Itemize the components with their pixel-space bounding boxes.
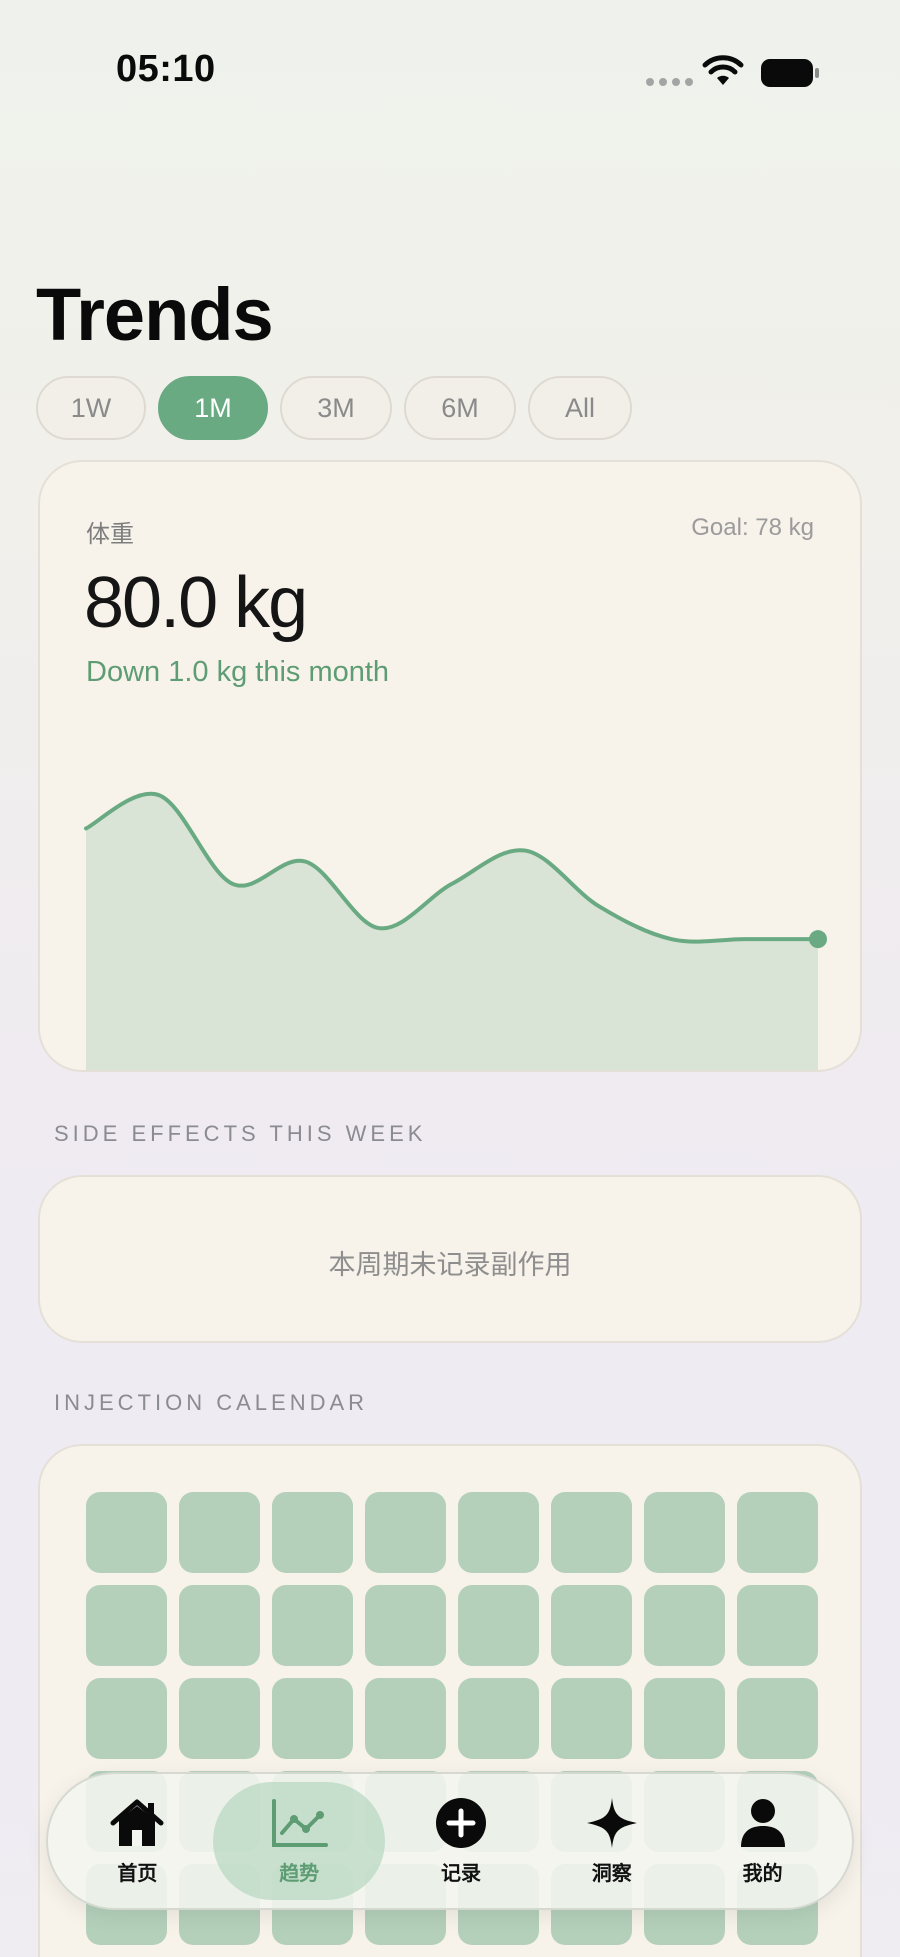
calendar-day-cell[interactable] xyxy=(86,1492,167,1573)
side-effects-section-label: SIDE EFFECTS THIS WEEK xyxy=(54,1121,427,1146)
period-chip-6m[interactable]: 6M xyxy=(404,376,516,440)
tab-log[interactable]: 记录 xyxy=(386,1782,536,1900)
period-chip-1w[interactable]: 1W xyxy=(36,376,146,440)
calendar-day-cell[interactable] xyxy=(458,1492,539,1573)
calendar-day-cell[interactable] xyxy=(86,1585,167,1666)
tab-profile-label: 我的 xyxy=(742,1862,783,1885)
tab-home-label: 首页 xyxy=(117,1862,158,1885)
weight-trend-chart xyxy=(84,791,827,1070)
page-title: Trends xyxy=(36,273,274,356)
tab-home[interactable]: 首页 xyxy=(62,1782,212,1900)
plus-circle-icon xyxy=(435,1797,486,1848)
person-icon xyxy=(740,1798,785,1847)
status-bar: 05:10 xyxy=(0,0,900,150)
calendar-day-cell[interactable] xyxy=(551,1678,632,1759)
tab-trends-label: 趋势 xyxy=(279,1862,320,1885)
trend-chart-icon xyxy=(272,1798,329,1847)
tab-insights-label: 洞察 xyxy=(591,1862,632,1885)
sparkle-icon xyxy=(586,1797,637,1848)
calendar-day-cell[interactable] xyxy=(179,1678,260,1759)
tab-bar: 首页 趋势 记录 洞察 我的 xyxy=(46,1772,854,1910)
calendar-day-cell[interactable] xyxy=(737,1585,818,1666)
calendar-day-cell[interactable] xyxy=(551,1492,632,1573)
calendar-day-cell[interactable] xyxy=(737,1492,818,1573)
calendar-day-cell[interactable] xyxy=(272,1678,353,1759)
calendar-day-cell[interactable] xyxy=(179,1492,260,1573)
battery-icon xyxy=(761,59,819,87)
status-time: 05:10 xyxy=(116,48,216,90)
tab-log-label: 记录 xyxy=(440,1862,481,1885)
tab-insights[interactable]: 洞察 xyxy=(537,1782,687,1900)
side-effects-card[interactable]: 本周期未记录副作用 xyxy=(38,1175,862,1343)
calendar-day-cell[interactable] xyxy=(644,1585,725,1666)
trends-screen: 05:10 Trends 1W 1M 3M 6M All 体重 Goal: 78… xyxy=(0,0,900,1957)
period-chip-3m[interactable]: 3M xyxy=(280,376,392,440)
calendar-day-cell[interactable] xyxy=(365,1678,446,1759)
period-chip-1m[interactable]: 1M xyxy=(158,376,268,440)
injection-calendar-section-label: INJECTION CALENDAR xyxy=(54,1390,369,1415)
calendar-day-cell[interactable] xyxy=(458,1678,539,1759)
weight-card[interactable]: 体重 Goal: 78 kg 80.0 kg Down 1.0 kg this … xyxy=(38,460,862,1072)
latest-weight-point xyxy=(809,930,827,949)
calendar-day-cell[interactable] xyxy=(86,1678,167,1759)
calendar-day-cell[interactable] xyxy=(644,1492,725,1573)
tab-profile[interactable]: 我的 xyxy=(688,1782,838,1900)
calendar-day-cell[interactable] xyxy=(737,1678,818,1759)
calendar-day-cell[interactable] xyxy=(272,1585,353,1666)
house-icon xyxy=(110,1799,164,1846)
calendar-day-cell[interactable] xyxy=(551,1585,632,1666)
tab-trends[interactable]: 趋势 xyxy=(213,1782,386,1900)
cellular-signal-icon xyxy=(646,78,693,86)
wifi-icon xyxy=(702,55,744,85)
period-chip-all[interactable]: All xyxy=(528,376,632,440)
calendar-day-cell[interactable] xyxy=(272,1492,353,1573)
calendar-day-cell[interactable] xyxy=(179,1585,260,1666)
calendar-day-cell[interactable] xyxy=(365,1585,446,1666)
calendar-day-cell[interactable] xyxy=(365,1492,446,1573)
calendar-day-cell[interactable] xyxy=(458,1585,539,1666)
period-selector: 1W 1M 3M 6M All xyxy=(36,376,632,440)
side-effects-empty-text: 本周期未记录副作用 xyxy=(328,1250,572,1280)
calendar-day-cell[interactable] xyxy=(644,1678,725,1759)
